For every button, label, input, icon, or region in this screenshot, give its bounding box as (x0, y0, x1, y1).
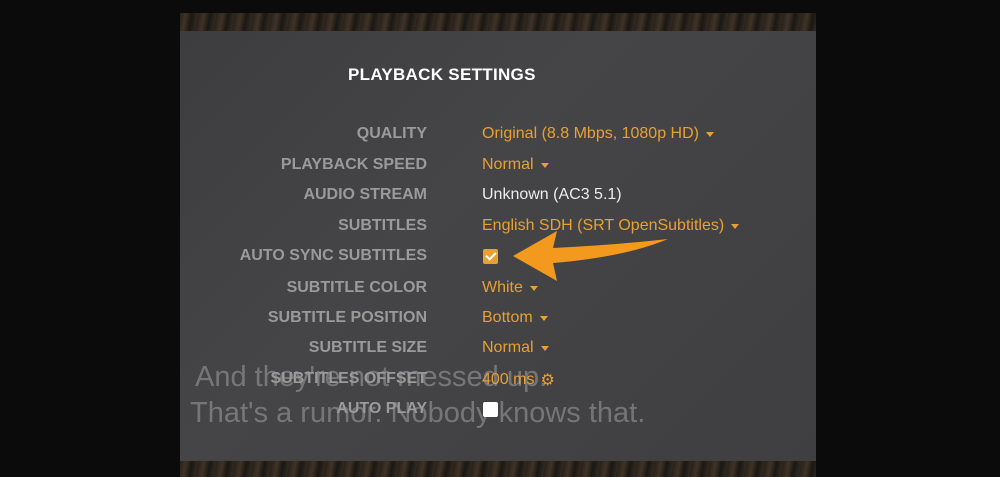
audio-stream-value: Unknown (AC3 5.1) (482, 186, 622, 203)
video-player: And they're not messed up. That's a rumo… (0, 0, 1000, 477)
caret-down-icon (731, 224, 740, 229)
quality-dropdown[interactable]: Original (8.8 Mbps, 1080p HD) (482, 125, 714, 143)
subtitle-position-dropdown[interactable]: Bottom (482, 309, 548, 327)
subtitles-offset-control[interactable]: 400 ms ⚙ (482, 370, 555, 390)
setting-row-audio-stream: AUDIO STREAM Unknown (AC3 5.1) (180, 182, 816, 212)
playback-speed-label: PLAYBACK SPEED (280, 156, 427, 173)
subtitle-size-dropdown[interactable]: Normal (482, 339, 549, 357)
auto-play-checkbox[interactable] (483, 402, 498, 417)
playback-speed-dropdown[interactable]: Normal (482, 156, 549, 174)
setting-row-subtitle-size: SUBTITLE SIZE Normal (180, 335, 816, 365)
audio-stream-label: AUDIO STREAM (303, 186, 427, 203)
video-frame-top (180, 13, 816, 31)
caret-down-icon (539, 316, 548, 321)
quality-value: Original (8.8 Mbps, 1080p HD) (482, 125, 699, 142)
subtitle-color-label: SUBTITLE COLOR (286, 279, 427, 296)
setting-row-subtitles-offset: SUBTITLES OFFSET 400 ms ⚙ (180, 366, 816, 396)
subtitle-position-label: SUBTITLE POSITION (267, 309, 427, 326)
setting-row-auto-play: AUTO PLAY (180, 396, 816, 426)
subtitle-position-value: Bottom (482, 309, 533, 326)
setting-row-playback-speed: PLAYBACK SPEED Normal (180, 152, 816, 182)
caret-down-icon (705, 132, 714, 137)
dialog-title: PLAYBACK SETTINGS (348, 65, 536, 84)
arrow-left-icon (513, 231, 668, 281)
setting-row-subtitle-position: SUBTITLE POSITION Bottom (180, 305, 816, 335)
gear-icon[interactable]: ⚙ (540, 370, 554, 390)
subtitle-size-label: SUBTITLE SIZE (308, 339, 427, 356)
auto-play-label: AUTO PLAY (336, 400, 427, 417)
playback-settings-panel: And they're not messed up. That's a rumo… (180, 31, 816, 461)
auto-sync-subtitles-checkbox[interactable] (483, 249, 498, 264)
caret-down-icon (540, 163, 549, 168)
subtitles-offset-value: 400 ms (482, 371, 535, 388)
setting-row-auto-sync-subtitles: AUTO SYNC SUBTITLES (180, 243, 816, 273)
video-frame-bottom (180, 461, 816, 477)
subtitles-label: SUBTITLES (338, 217, 427, 234)
setting-row-subtitles: SUBTITLES English SDH (SRT OpenSubtitles… (180, 213, 816, 243)
quality-label: QUALITY (356, 125, 427, 142)
caret-down-icon (540, 346, 549, 351)
setting-row-subtitle-color: SUBTITLE COLOR White (180, 275, 816, 305)
subtitles-offset-label: SUBTITLES OFFSET (270, 370, 427, 387)
auto-sync-subtitles-label: AUTO SYNC SUBTITLES (239, 247, 427, 264)
setting-row-quality: QUALITY Original (8.8 Mbps, 1080p HD) (180, 121, 816, 151)
playback-speed-value: Normal (482, 156, 534, 173)
subtitle-size-value: Normal (482, 339, 534, 356)
